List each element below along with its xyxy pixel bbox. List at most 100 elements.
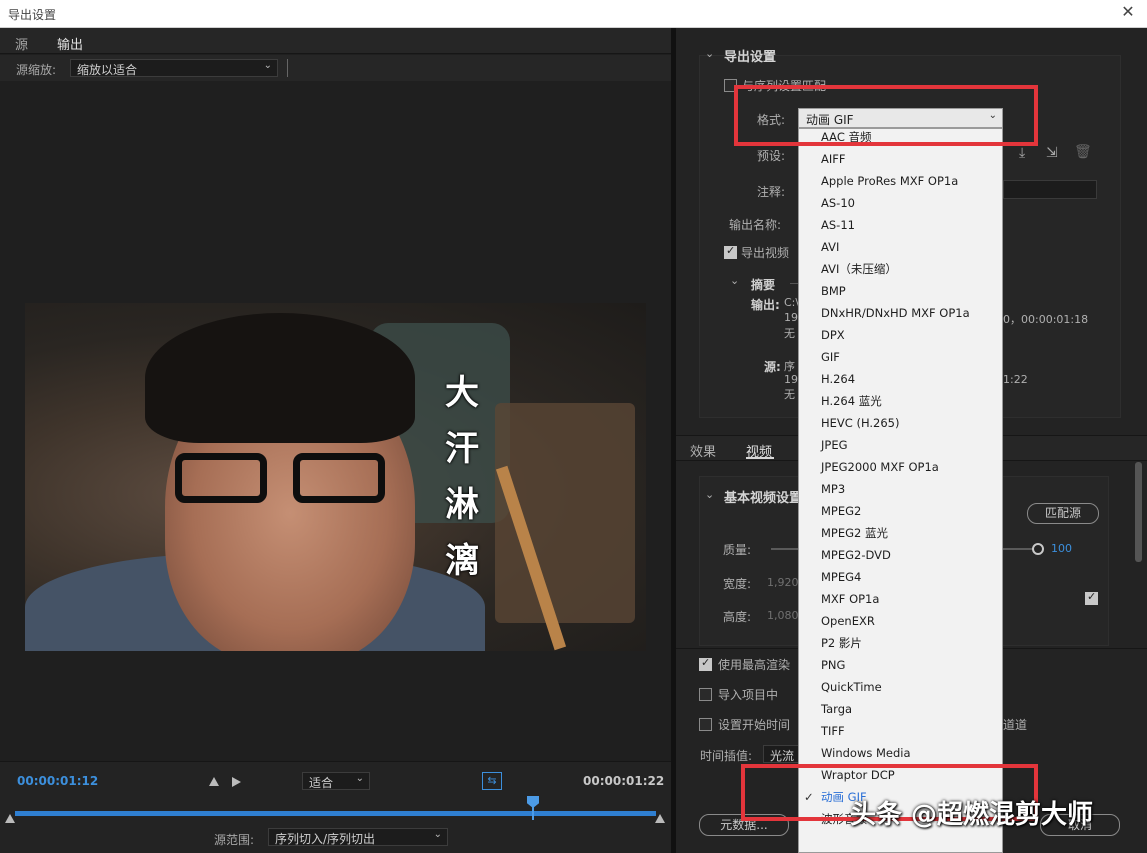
format-menu-item-label: TIFF xyxy=(821,724,845,738)
delete-preset-icon[interactable]: 🗑 xyxy=(1074,144,1092,160)
range-start-handle[interactable] xyxy=(5,814,15,823)
summary-output-path: C:\ xyxy=(784,296,800,309)
save-preset-icon[interactable]: ⤓ xyxy=(1019,145,1025,161)
summary-source-label: 源: xyxy=(764,360,781,374)
format-menu-item[interactable]: JPEG xyxy=(799,434,1002,456)
format-menu-item-label: AIFF xyxy=(821,152,846,166)
height-value[interactable]: 1,080 xyxy=(767,609,799,622)
chevron-down-icon: ⌄ xyxy=(988,110,997,121)
timecode-in[interactable]: 00:00:01:12 xyxy=(17,774,98,788)
fit-dropdown[interactable]: 适合 ⌄ xyxy=(302,772,370,790)
chevron-down-icon: ⌄ xyxy=(433,829,442,840)
mark-out-icon[interactable] xyxy=(232,777,241,787)
mark-in-icon[interactable] xyxy=(209,777,219,786)
source-range-dropdown[interactable]: 序列切入/序列切出 ⌄ xyxy=(268,828,448,846)
format-menu-item-label: DNxHR/DNxHD MXF OP1a xyxy=(821,306,970,320)
quality-value[interactable]: 100 xyxy=(1051,542,1072,555)
format-menu-item[interactable]: TIFF xyxy=(799,720,1002,742)
format-menu-item[interactable]: MPEG2-DVD xyxy=(799,544,1002,566)
aspect-correction-icon[interactable]: ⇆ xyxy=(482,772,502,790)
format-menu-item[interactable]: MPEG2 xyxy=(799,500,1002,522)
format-menu-item-label: MPEG2 蓝光 xyxy=(821,526,889,540)
timeline-track[interactable] xyxy=(15,811,656,816)
format-menu-item[interactable]: AS-11 xyxy=(799,214,1002,236)
format-dropdown[interactable]: 动画 GIF ⌄ xyxy=(798,108,1003,128)
format-menu-item[interactable]: AS-10 xyxy=(799,192,1002,214)
chevron-down-icon[interactable]: ⌄ xyxy=(705,47,714,60)
max-render-checkbox[interactable] xyxy=(699,656,712,671)
format-menu-item[interactable]: Apple ProRes MXF OP1a xyxy=(799,170,1002,192)
person-glasses xyxy=(175,453,395,503)
format-menu-item[interactable]: AVI（未压缩） xyxy=(799,258,1002,280)
watermark: 头条 @超燃混剪大师 xyxy=(850,800,1094,830)
format-menu-item[interactable]: GIF xyxy=(799,346,1002,368)
format-menu-item[interactable]: DNxHR/DNxHD MXF OP1a xyxy=(799,302,1002,324)
comment-label: 注释: xyxy=(757,185,786,199)
format-menu-item-label: Targa xyxy=(821,702,853,716)
format-menu-item[interactable]: P2 影片 xyxy=(799,632,1002,654)
quality-slider-knob[interactable] xyxy=(1032,543,1044,555)
format-menu-item[interactable]: HEVC (H.265) xyxy=(799,412,1002,434)
set-start-time-label: 设置开始时间 xyxy=(718,718,791,732)
format-menu-item[interactable]: MP3 xyxy=(799,478,1002,500)
import-preset-icon[interactable]: ⇲ xyxy=(1046,145,1058,161)
chevron-down-icon[interactable]: ⌄ xyxy=(705,488,714,501)
summary-title: 摘要 xyxy=(751,278,776,292)
format-menu-item[interactable]: OpenEXR xyxy=(799,610,1002,632)
playhead-line xyxy=(532,806,534,820)
chevron-down-icon: ⌄ xyxy=(355,773,364,784)
format-label: 格式: xyxy=(757,113,786,127)
import-project-label: 导入项目中 xyxy=(718,688,779,702)
format-value: 动画 GIF xyxy=(806,113,854,127)
format-menu-item[interactable]: QuickTime xyxy=(799,676,1002,698)
close-icon[interactable]: ✕ xyxy=(1119,3,1137,21)
window-title: 导出设置 xyxy=(8,8,57,22)
preset-label: 预设: xyxy=(757,149,786,163)
time-interpolation-dropdown[interactable]: 光流 xyxy=(763,745,803,763)
match-sequence-label: 与序列设置匹配 xyxy=(742,79,827,93)
format-menu-item[interactable]: AAC 音频 xyxy=(799,126,1002,148)
subtitle-char: 大 xyxy=(445,373,479,413)
range-end-handle[interactable] xyxy=(655,814,665,823)
aspect-lock-checkbox[interactable] xyxy=(1085,590,1098,605)
fit-value: 适合 xyxy=(309,776,334,790)
tab-output[interactable]: 输出 xyxy=(57,34,84,57)
format-menu-item[interactable]: AVI xyxy=(799,236,1002,258)
format-menu-item[interactable]: H.264 xyxy=(799,368,1002,390)
quality-label: 质量: xyxy=(723,543,752,557)
summary-source-name: 序 xyxy=(784,360,795,373)
source-scale-dropdown[interactable]: 缩放以适合 ⌄ xyxy=(70,59,278,77)
format-menu-item[interactable]: JPEG2000 MXF OP1a xyxy=(799,456,1002,478)
format-menu-item-label: P2 影片 xyxy=(821,636,862,650)
format-menu-item[interactable]: Wraptor DCP xyxy=(799,764,1002,786)
format-menu-item-label: H.264 蓝光 xyxy=(821,394,882,408)
width-value[interactable]: 1,920 xyxy=(767,576,799,589)
format-menu-item-label: QuickTime xyxy=(821,680,882,694)
match-source-button[interactable]: 匹配源 xyxy=(1027,503,1099,524)
settings-scrollbar[interactable] xyxy=(1135,462,1142,562)
metadata-button[interactable]: 元数据... xyxy=(699,814,789,836)
comment-input[interactable] xyxy=(1003,180,1097,199)
tab-source[interactable]: 源 xyxy=(15,34,28,53)
format-menu-item[interactable]: AIFF xyxy=(799,148,1002,170)
export-video-checkbox[interactable] xyxy=(724,244,737,259)
person-hair xyxy=(145,313,415,443)
format-menu-item[interactable]: BMP xyxy=(799,280,1002,302)
timeline-bar: 00:00:01:12 适合 ⌄ ⇆ 00:00:01:22 源范围: 序列切入… xyxy=(0,761,671,853)
format-menu-item[interactable]: MPEG4 xyxy=(799,566,1002,588)
format-menu-item[interactable]: MXF OP1a xyxy=(799,588,1002,610)
format-menu-item-label: OpenEXR xyxy=(821,614,875,628)
format-menu-item[interactable]: PNG xyxy=(799,654,1002,676)
chevron-down-icon[interactable]: ⌄ xyxy=(730,274,739,287)
tab-effects[interactable]: 效果 xyxy=(690,441,716,460)
video-frame: 大 汗 淋 漓 xyxy=(25,303,646,651)
format-menu-item[interactable]: H.264 蓝光 xyxy=(799,390,1002,412)
set-start-time-checkbox[interactable] xyxy=(699,718,712,731)
format-menu-item[interactable]: DPX xyxy=(799,324,1002,346)
match-sequence-checkbox[interactable] xyxy=(724,79,737,92)
format-menu-item[interactable]: Windows Media xyxy=(799,742,1002,764)
import-project-checkbox[interactable] xyxy=(699,688,712,701)
format-menu-item-label: AVI xyxy=(821,240,840,254)
format-menu-item[interactable]: Targa xyxy=(799,698,1002,720)
format-menu-item[interactable]: MPEG2 蓝光 xyxy=(799,522,1002,544)
